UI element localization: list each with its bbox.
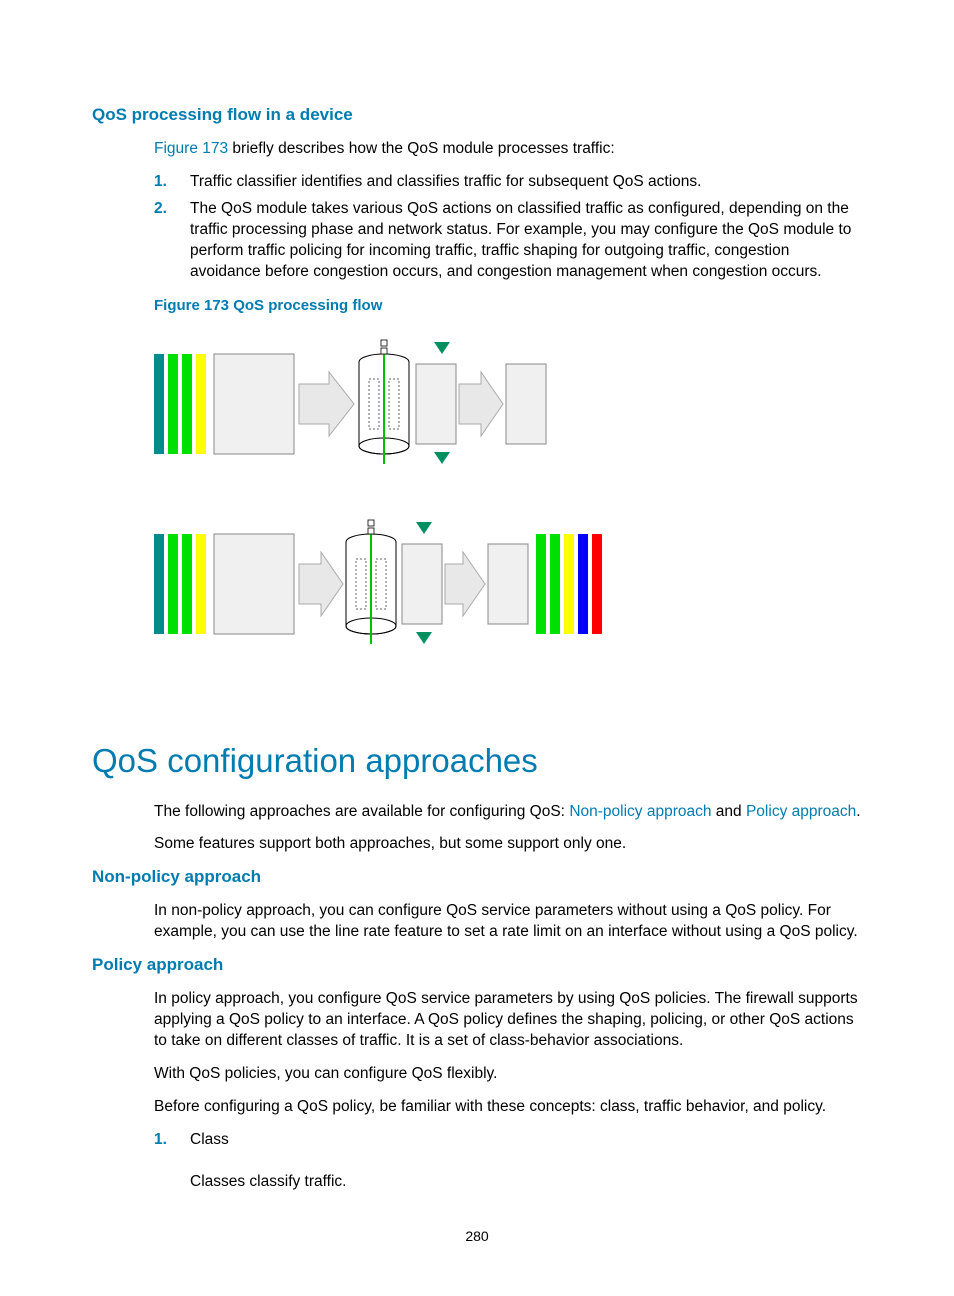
intro-paragraph: Figure 173 briefly describes how the QoS… bbox=[154, 139, 862, 160]
list-number: 1. bbox=[154, 1130, 190, 1193]
figure-caption: Figure 173 QoS processing flow bbox=[154, 297, 862, 314]
process-list: 1. Traffic classifier identifies and cla… bbox=[154, 172, 862, 283]
list-text: The QoS module takes various QoS actions… bbox=[190, 199, 862, 283]
figure-ref-link[interactable]: Figure 173 bbox=[154, 140, 228, 157]
list-subtext: Classes classify traffic. bbox=[190, 1173, 346, 1190]
config-intro: The following approaches are available f… bbox=[154, 802, 862, 823]
nonpolicy-p1: In non-policy approach, you can configur… bbox=[154, 901, 862, 943]
policy-p3: Before configuring a QoS policy, be fami… bbox=[154, 1097, 862, 1118]
heading-nonpolicy: Non-policy approach bbox=[92, 867, 862, 887]
policy-link[interactable]: Policy approach bbox=[746, 803, 856, 820]
text: and bbox=[711, 803, 745, 820]
text: . bbox=[856, 803, 860, 820]
text: The following approaches are available f… bbox=[154, 803, 569, 820]
list-text: Traffic classifier identifies and classi… bbox=[190, 172, 862, 193]
list-number: 2. bbox=[154, 199, 190, 283]
policy-p2: With QoS policies, you can configure QoS… bbox=[154, 1064, 862, 1085]
list-item: 1. Traffic classifier identifies and cla… bbox=[154, 172, 862, 193]
heading-policy: Policy approach bbox=[92, 955, 862, 975]
policy-p1: In policy approach, you configure QoS se… bbox=[154, 989, 862, 1052]
intro-text: briefly describes how the QoS module pro… bbox=[228, 140, 615, 157]
list-item: 1. Class Classes classify traffic. bbox=[154, 1130, 862, 1193]
qos-flow-diagram bbox=[154, 324, 862, 684]
flow-svg bbox=[154, 324, 634, 684]
nonpolicy-link[interactable]: Non-policy approach bbox=[569, 803, 711, 820]
list-number: 1. bbox=[154, 172, 190, 193]
concept-list: 1. Class Classes classify traffic. bbox=[154, 1130, 862, 1193]
page-number: 280 bbox=[0, 1228, 954, 1244]
list-text: Class bbox=[190, 1131, 229, 1148]
heading-qos-config: QoS configuration approaches bbox=[92, 742, 862, 780]
config-p2: Some features support both approaches, b… bbox=[154, 834, 862, 855]
list-item: 2. The QoS module takes various QoS acti… bbox=[154, 199, 862, 283]
heading-qos-flow: QoS processing flow in a device bbox=[92, 105, 862, 125]
